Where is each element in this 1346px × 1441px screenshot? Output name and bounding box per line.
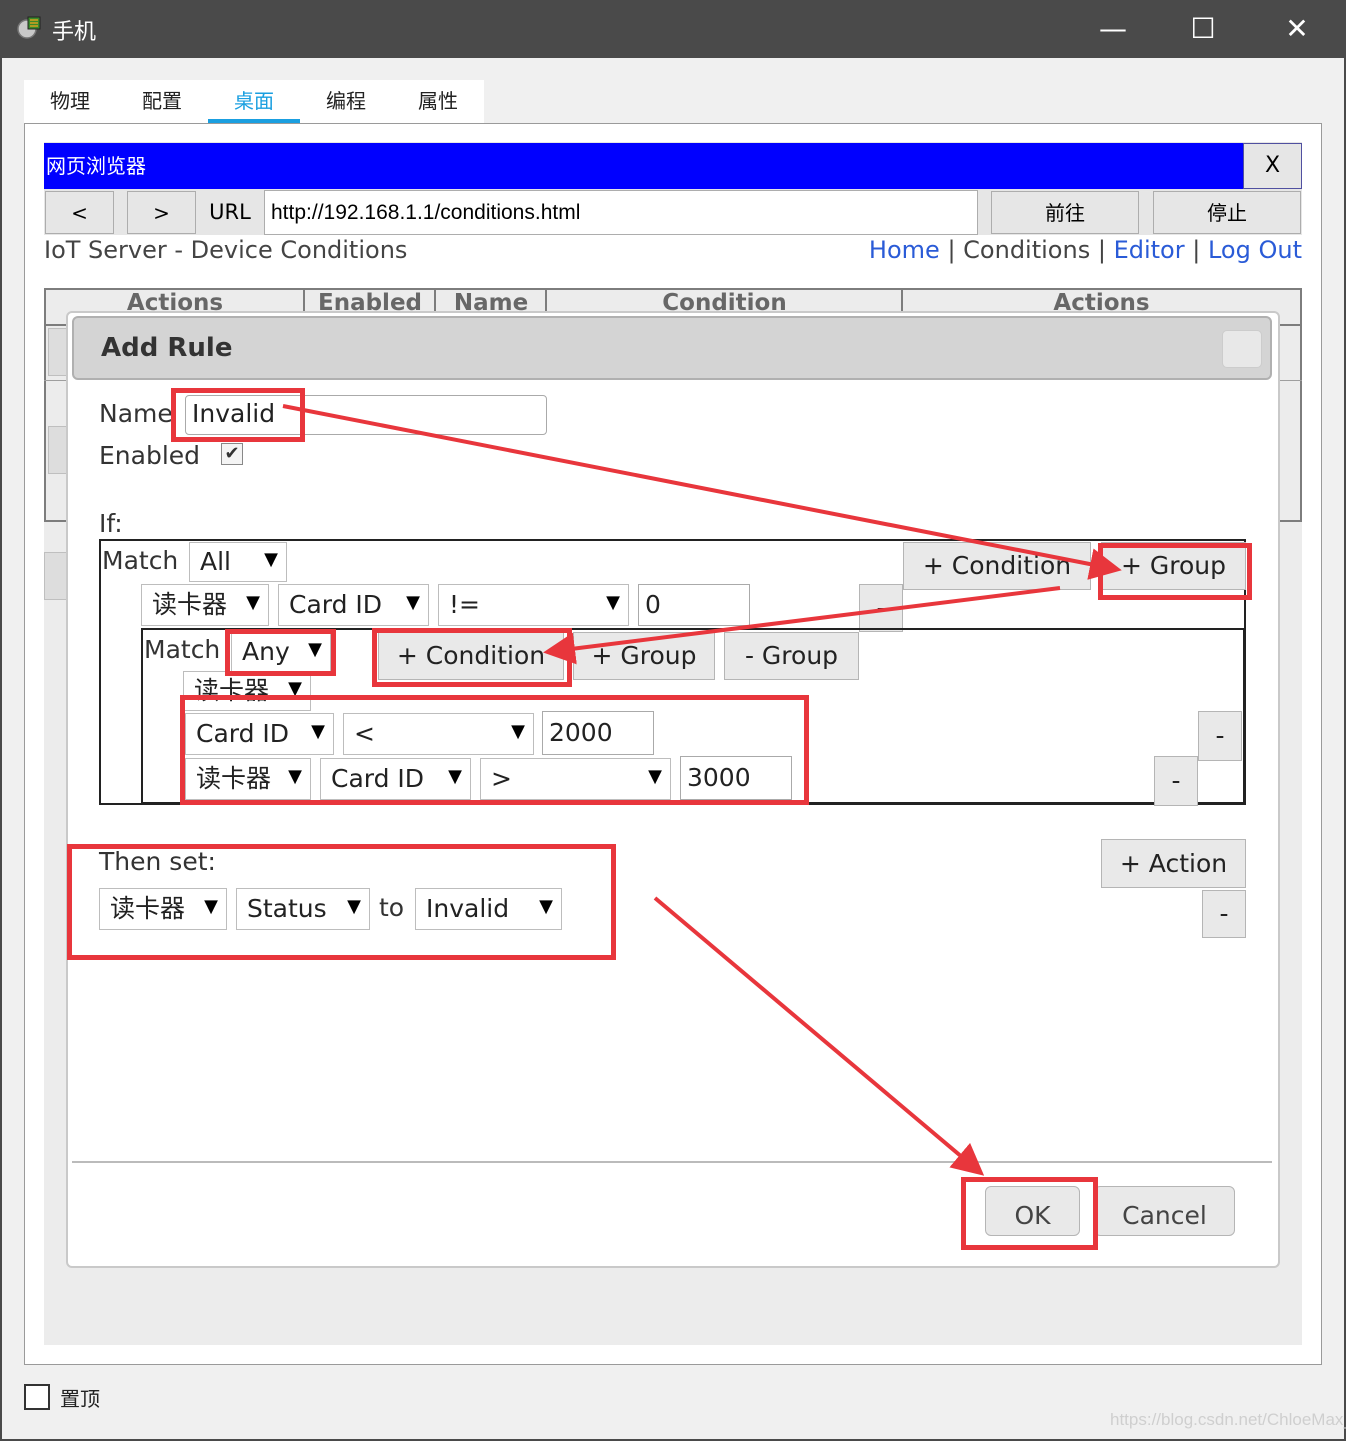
cancel-button[interactable]: Cancel xyxy=(1094,1186,1235,1236)
pin-on-top-checkbox[interactable] xyxy=(24,1384,50,1410)
annotation-box-name xyxy=(171,388,305,442)
maximize-icon[interactable]: ☐ xyxy=(1158,0,1248,58)
add-action-button[interactable]: + Action xyxy=(1101,839,1246,888)
annotation-box-then-set xyxy=(67,844,616,960)
nav-editor-link[interactable]: Editor xyxy=(1114,236,1185,264)
nav-home-link[interactable]: Home xyxy=(869,236,940,264)
outer-cond-operator-select[interactable]: != ▼ xyxy=(438,584,629,626)
forward-button[interactable]: > xyxy=(127,191,196,234)
outer-cond-property-select[interactable]: Card ID ▼ xyxy=(278,584,429,626)
outer-match-value: All xyxy=(200,547,231,576)
close-icon[interactable]: ✕ xyxy=(1252,0,1342,58)
pin-on-top-label: 置顶 xyxy=(60,1387,100,1411)
annotation-box-add-group xyxy=(1098,543,1252,600)
inner-cond1-remove-button[interactable]: - xyxy=(1198,711,1242,761)
name-label: Name xyxy=(99,399,173,428)
nav-separator: | xyxy=(1097,236,1106,264)
tab-attributes[interactable]: 属性 xyxy=(392,80,484,124)
dialog-header xyxy=(72,316,1272,380)
annotation-box-ok xyxy=(961,1177,1098,1250)
dropdown-arrow-icon: ▼ xyxy=(264,549,278,571)
phone-app-icon xyxy=(17,16,41,39)
nav-separator: | xyxy=(947,236,956,264)
outer-cond-property-value: Card ID xyxy=(289,590,383,619)
page-nav: Home | Conditions | Editor | Log Out xyxy=(869,236,1302,264)
if-label: If: xyxy=(99,509,123,538)
url-input[interactable]: http://192.168.1.1/conditions.html xyxy=(264,190,978,235)
minimize-icon[interactable]: — xyxy=(1068,0,1158,58)
go-button[interactable]: 前往 xyxy=(991,191,1139,234)
page-title: IoT Server - Device Conditions xyxy=(44,236,408,264)
remove-action-button[interactable]: - xyxy=(1202,890,1246,938)
dialog-divider xyxy=(72,1161,1272,1163)
browser-close-button[interactable]: X xyxy=(1243,143,1302,189)
dropdown-arrow-icon: ▼ xyxy=(246,592,260,613)
tab-bar: 物理 配置 桌面 编程 属性 xyxy=(24,80,484,124)
dialog-close-button[interactable] xyxy=(1222,330,1262,368)
tab-programming[interactable]: 编程 xyxy=(300,80,392,124)
browser-title: 网页浏览器 xyxy=(44,143,1244,189)
dialog-title: Add Rule xyxy=(101,333,233,363)
nav-separator: | xyxy=(1192,236,1201,264)
tab-config[interactable]: 配置 xyxy=(116,80,208,124)
annotation-box-match-any xyxy=(225,629,336,676)
stop-button[interactable]: 停止 xyxy=(1153,191,1301,234)
inner-cond2-remove-button[interactable]: - xyxy=(1154,756,1198,806)
window-title-bar: 手机 — ☐ ✕ xyxy=(0,0,1346,58)
inner-match-label: Match xyxy=(144,635,221,664)
dropdown-arrow-icon: ▼ xyxy=(606,592,620,613)
annotation-box-conditions xyxy=(180,695,809,805)
inner-remove-group-button[interactable]: - Group xyxy=(724,632,859,680)
outer-cond-remove-button[interactable]: - xyxy=(859,584,903,632)
enabled-checkbox[interactable]: ✔ xyxy=(221,443,243,465)
nav-conditions-link[interactable]: Conditions xyxy=(963,236,1090,264)
url-label: URL xyxy=(209,200,251,224)
nav-logout-link[interactable]: Log Out xyxy=(1208,236,1302,264)
annotation-box-add-condition xyxy=(372,628,572,687)
enabled-label: Enabled xyxy=(99,441,201,470)
outer-cond-device-select[interactable]: 读卡器 ▼ xyxy=(141,584,269,626)
outer-cond-value-input[interactable]: 0 xyxy=(638,584,750,626)
window-title: 手机 xyxy=(52,20,97,45)
inner-add-group-button[interactable]: + Group xyxy=(573,632,715,680)
tab-physical[interactable]: 物理 xyxy=(24,80,116,124)
outer-cond-operator-value: != xyxy=(449,590,480,619)
outer-match-select[interactable]: All ▼ xyxy=(189,542,287,582)
tab-desktop[interactable]: 桌面 xyxy=(208,80,300,124)
outer-match-label: Match xyxy=(102,546,179,575)
outer-add-condition-button[interactable]: + Condition xyxy=(903,542,1091,590)
watermark: https://blog.csdn.net/ChloeMax_ xyxy=(1110,1410,1346,1429)
back-button[interactable]: < xyxy=(45,191,114,234)
outer-cond-device-value: 读卡器 xyxy=(152,590,228,619)
dropdown-arrow-icon: ▼ xyxy=(406,592,420,613)
